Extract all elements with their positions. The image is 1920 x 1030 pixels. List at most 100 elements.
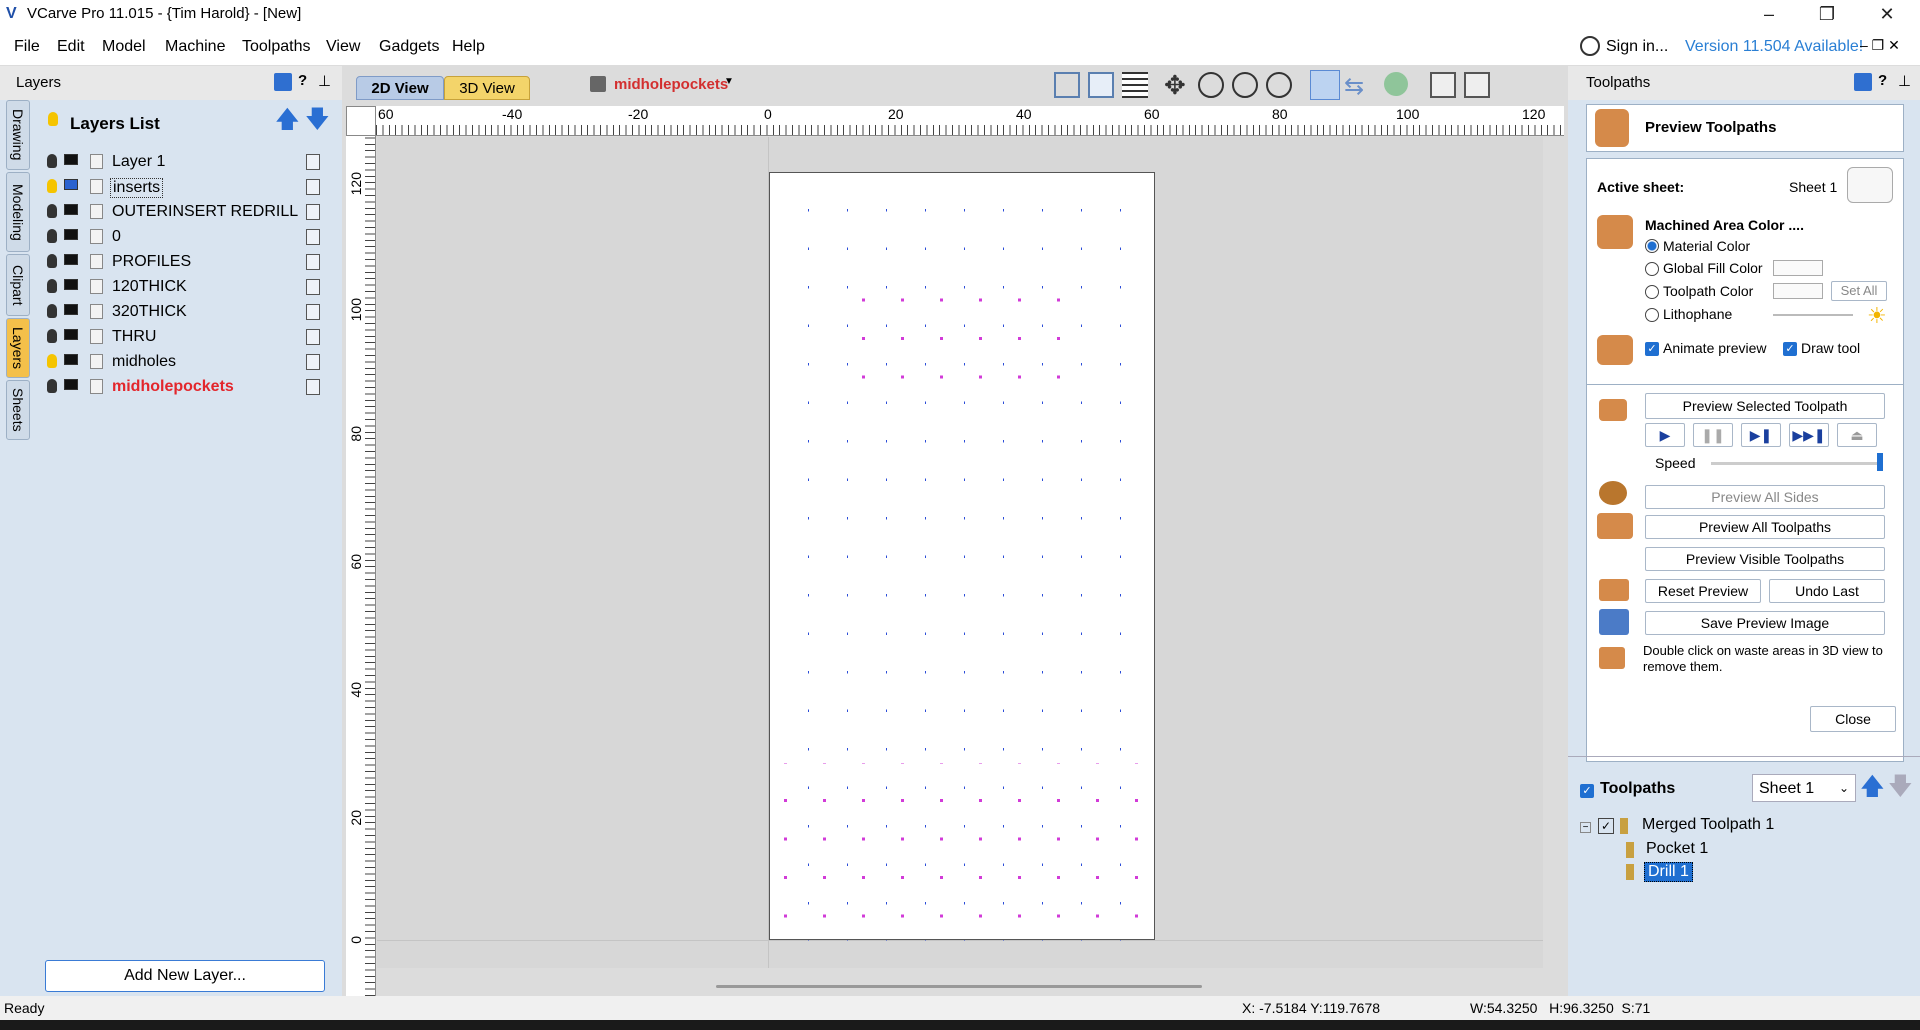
layer-color-icon[interactable]: [90, 154, 103, 169]
grid-icon[interactable]: [1122, 72, 1148, 98]
tab-clipart[interactable]: Clipart: [6, 254, 30, 316]
minimize-button[interactable]: –: [1740, 0, 1798, 29]
layer-color-icon[interactable]: [90, 329, 103, 344]
toolpaths-visible-checkbox[interactable]: ✓: [1580, 784, 1594, 798]
layer-sheet-icon[interactable]: [306, 279, 320, 295]
tree-item-drill[interactable]: Drill 1: [1644, 862, 1693, 882]
help-icon[interactable]: ?: [1878, 72, 1887, 89]
draw-tool-checkbox[interactable]: ✓: [1783, 342, 1797, 356]
close-window-button[interactable]: ✕: [1858, 0, 1916, 29]
monitor-icon[interactable]: [64, 304, 78, 315]
global-fill-color-picker[interactable]: [1773, 260, 1823, 276]
lightbulb-icon[interactable]: [47, 354, 57, 368]
skip-to-end-button[interactable]: ▶▶❚: [1789, 423, 1829, 447]
preview-selected-toolpath-button[interactable]: Preview Selected Toolpath: [1645, 393, 1885, 419]
sheet-select[interactable]: Sheet 1 ⌄: [1752, 774, 1856, 802]
layer-row-active[interactable]: midholepockets: [42, 375, 332, 400]
pin-icon[interactable]: ⊥: [318, 72, 331, 90]
layer-row[interactable]: 120THICK: [42, 275, 332, 300]
help-icon[interactable]: ?: [298, 72, 307, 89]
step-forward-button[interactable]: ▶❚: [1741, 423, 1781, 447]
monitor-icon[interactable]: [64, 179, 78, 190]
layer-row[interactable]: PROFILES: [42, 250, 332, 275]
lightbulb-icon[interactable]: [47, 179, 57, 193]
lightbulb-icon[interactable]: [47, 254, 57, 268]
toolpath-color-picker[interactable]: [1773, 283, 1823, 299]
layer-color-icon[interactable]: [90, 379, 103, 394]
layer-row[interactable]: THRU: [42, 325, 332, 350]
zoom-out-icon[interactable]: [1266, 72, 1292, 98]
preview-all-sides-button[interactable]: Preview All Sides: [1645, 485, 1885, 509]
layer-sheet-icon[interactable]: [306, 179, 320, 195]
snap-icon[interactable]: [1310, 70, 1340, 100]
horizontal-scrollbar[interactable]: [716, 985, 1202, 988]
tab-2d-view[interactable]: 2D View: [356, 76, 444, 100]
layer-sheet-icon[interactable]: [306, 204, 320, 220]
layer-sheet-icon[interactable]: [306, 379, 320, 395]
radio-lithophane[interactable]: [1645, 308, 1659, 322]
palette-icon[interactable]: [1847, 167, 1893, 203]
tab-modeling[interactable]: Modeling: [6, 172, 30, 252]
lightbulb-icon[interactable]: [47, 229, 57, 243]
speed-slider-track[interactable]: [1711, 462, 1881, 465]
layer-row[interactable]: 320THICK: [42, 300, 332, 325]
undo-last-button[interactable]: Undo Last: [1769, 579, 1885, 603]
restore-button[interactable]: ❐: [1798, 0, 1856, 29]
layer-color-icon[interactable]: [90, 229, 103, 244]
lightbulb-icon[interactable]: [47, 304, 57, 318]
layer-row[interactable]: Layer 1: [42, 150, 332, 175]
layer-color-icon[interactable]: [90, 354, 103, 369]
sign-in-link[interactable]: Sign in...: [1606, 38, 1668, 56]
menu-edit[interactable]: Edit: [57, 38, 85, 56]
save-preview-image-button[interactable]: Save Preview Image: [1645, 611, 1885, 635]
version-available-link[interactable]: Version 11.504 Available!: [1685, 38, 1863, 56]
lightbulb-icon[interactable]: [47, 379, 57, 393]
split-vertical-icon[interactable]: [1464, 72, 1490, 98]
layer-color-icon[interactable]: [90, 279, 103, 294]
monitor-icon[interactable]: [64, 204, 78, 215]
tree-icon[interactable]: [1384, 72, 1408, 96]
chevron-down-icon[interactable]: ▼: [724, 76, 734, 87]
material-sheet[interactable]: [769, 172, 1156, 941]
preview-visible-toolpaths-button[interactable]: Preview Visible Toolpaths: [1645, 547, 1885, 571]
menu-file[interactable]: File: [14, 38, 40, 56]
preview-all-toolpaths-button[interactable]: Preview All Toolpaths: [1645, 515, 1885, 539]
menu-machine[interactable]: Machine: [165, 38, 225, 56]
layer-sheet-icon[interactable]: [306, 304, 320, 320]
layer-sheet-icon[interactable]: [306, 229, 320, 245]
eject-button[interactable]: ⏏: [1837, 423, 1877, 447]
tab-drawing[interactable]: Drawing: [6, 100, 30, 170]
layer-color-icon[interactable]: [90, 304, 103, 319]
toolpath-display-icon[interactable]: ⇆: [1344, 72, 1364, 101]
zoom-in-icon[interactable]: [1232, 72, 1258, 98]
zoom-extents-icon[interactable]: [1054, 72, 1080, 98]
pin-icon[interactable]: ⊥: [1898, 72, 1911, 90]
set-all-button[interactable]: Set All: [1831, 281, 1887, 301]
radio-global-fill-color[interactable]: [1645, 262, 1659, 276]
animate-preview-checkbox[interactable]: ✓: [1645, 342, 1659, 356]
speed-slider-handle[interactable]: [1877, 453, 1883, 471]
layer-color-icon[interactable]: [90, 204, 103, 219]
current-layer-dropdown[interactable]: midholepockets: [614, 76, 728, 93]
reset-preview-button[interactable]: Reset Preview: [1645, 579, 1761, 603]
menu-help[interactable]: Help: [452, 38, 485, 56]
layer-row[interactable]: midholes: [42, 350, 332, 375]
zoom-box-icon[interactable]: [1198, 72, 1224, 98]
menu-gadgets[interactable]: Gadgets: [379, 38, 439, 56]
monitor-icon[interactable]: [64, 229, 78, 240]
layer-row[interactable]: 0: [42, 225, 332, 250]
user-icon[interactable]: [1580, 36, 1600, 56]
radio-toolpath-color[interactable]: [1645, 285, 1659, 299]
play-button[interactable]: ▶: [1645, 423, 1685, 447]
menu-toolpaths[interactable]: Toolpaths: [242, 38, 311, 56]
close-button[interactable]: Close: [1810, 706, 1896, 732]
tab-sheets[interactable]: Sheets: [6, 380, 30, 440]
pan-icon[interactable]: ✥: [1164, 70, 1186, 101]
arrow-down-icon[interactable]: 🡇: [1888, 772, 1913, 802]
collapse-icon[interactable]: −: [1580, 822, 1591, 833]
lightbulb-icon[interactable]: [47, 279, 57, 293]
layer-color-icon[interactable]: [90, 179, 103, 194]
monitor-icon[interactable]: [64, 279, 78, 290]
radio-material-color[interactable]: [1645, 239, 1659, 253]
arrow-down-icon[interactable]: 🡇: [305, 106, 330, 134]
